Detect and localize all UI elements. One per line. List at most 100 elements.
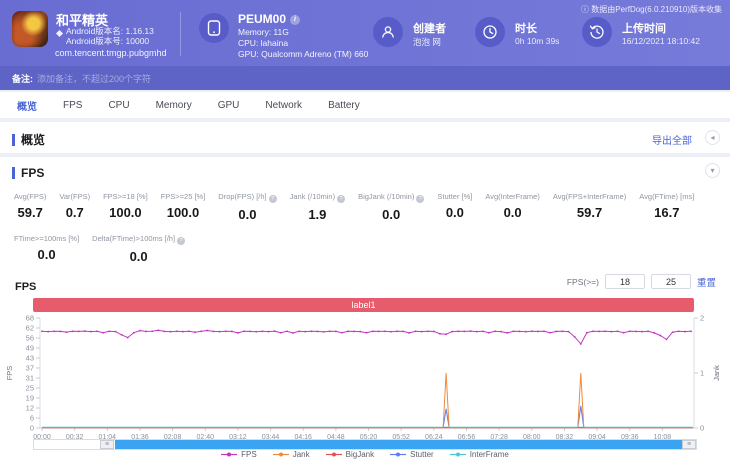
metric-Jank (/10min): Jank (/10min)? 1.9 [290, 192, 346, 222]
series-marker-FPS [512, 330, 515, 333]
series-marker-FPS [445, 333, 447, 335]
y-left-tick-label: 56 [26, 334, 34, 343]
device-specs: Memory: 11G CPU: lahaina GPU: Qualcomm A… [238, 27, 368, 60]
series-marker-FPS [659, 334, 662, 337]
metric-FPS>=25 [%]: FPS>=25 [%] 100.0 [161, 192, 206, 222]
tab-Memory[interactable]: Memory [143, 100, 205, 111]
y-left-tick-label: 0 [30, 424, 34, 433]
y-left-tick-label: 31 [26, 374, 34, 383]
note-label: 备注: [12, 73, 33, 84]
series-marker-FPS [665, 338, 668, 341]
series-marker-FPS [114, 330, 117, 333]
info-icon: ⓘ [581, 5, 590, 14]
metric-info-icon[interactable]: ? [416, 195, 425, 203]
metric-info-icon[interactable]: ? [268, 195, 277, 203]
series-marker-FPS [420, 330, 423, 333]
fps-line-chart[interactable]: 061219253137434956626801200:00 00:32 01:04… [0, 315, 730, 439]
fps-card: FPS ▾ Avg(FPS) 59.7 Var(FPS) 0.7 FPS>=18 [%]… [0, 157, 730, 462]
threshold-reset-link[interactable]: 重置 [697, 275, 716, 289]
metric-Avg(FPS): Avg(FPS) 59.7 [14, 192, 46, 222]
tab-CPU[interactable]: CPU [95, 100, 142, 111]
series-marker-FPS [561, 330, 564, 333]
series-marker-FPS [671, 331, 674, 333]
legend-item-InterFrame[interactable]: InterFrame [449, 450, 509, 459]
metric-label: Drop(FPS) [/h]? [218, 192, 277, 203]
series-marker-FPS [684, 330, 686, 333]
fps-threshold-high-input[interactable] [650, 274, 691, 289]
note-input-bar[interactable]: 备注: 添加备注，不超过200个字符 [0, 66, 730, 90]
legend-item-Stutter[interactable]: Stutter [390, 450, 434, 459]
tab-Battery[interactable]: Battery [315, 100, 373, 111]
fps-collapse-button[interactable]: ▾ [705, 163, 720, 178]
metric-info-icon[interactable]: ? [337, 195, 346, 203]
series-marker-FPS [384, 330, 386, 333]
series-marker-FPS [102, 331, 104, 334]
metric-value: 0.0 [238, 207, 257, 222]
metric-value: 0.0 [503, 205, 522, 220]
device-info-icon[interactable]: i [290, 14, 301, 25]
legend-marker-BigJank [325, 452, 342, 457]
y-left-tick-label: 6 [30, 414, 34, 423]
series-marker-FPS [549, 331, 551, 334]
metric-Var(FPS): Var(FPS) 0.7 [59, 192, 90, 222]
series-marker-FPS [200, 330, 202, 333]
series-marker-FPS [690, 330, 692, 333]
series-marker-FPS [84, 330, 86, 332]
series-marker-FPS [175, 330, 178, 333]
series-marker-FPS [182, 330, 184, 333]
series-marker-FPS [243, 330, 245, 333]
metric-Drop(FPS) [/h]: Drop(FPS) [/h]? 0.0 [218, 192, 277, 222]
overview-collapse-button[interactable]: ◂ [705, 130, 720, 145]
series-marker-FPS [586, 331, 588, 334]
scrollbar-right-handle[interactable]: ≡ [682, 440, 696, 449]
y-left-tick-label: 43 [26, 354, 34, 363]
legend-item-BigJank[interactable]: BigJank [325, 450, 375, 459]
legend-item-Jank[interactable]: Jank [272, 450, 310, 459]
app-version-block: Android版本名: 1.16.13 Android版本号: 10000 [66, 26, 154, 46]
series-marker-FPS [298, 330, 300, 333]
legend-label: BigJank [345, 450, 375, 459]
metric-label: Var(FPS) [59, 192, 91, 201]
series-marker-FPS [90, 330, 92, 333]
metric-label: Stutter [%] [437, 192, 473, 201]
series-marker-FPS [598, 330, 600, 333]
metric-value: 100.0 [166, 205, 200, 220]
series-marker-FPS [41, 330, 43, 333]
series-marker-FPS [224, 330, 227, 333]
legend-label: Stutter [410, 450, 434, 459]
series-marker-FPS [353, 330, 355, 333]
section-accent-bar [12, 167, 15, 179]
scrollbar-selected-range[interactable] [115, 440, 682, 449]
series-marker-FPS [126, 336, 129, 339]
series-marker-FPS [96, 330, 98, 333]
chart-legend: FPS Jank BigJank Stutter InterFrame [0, 450, 730, 459]
legend-item-FPS[interactable]: FPS [221, 450, 257, 459]
metric-info-icon[interactable]: ? [177, 237, 186, 245]
series-marker-FPS [543, 330, 545, 333]
tab-FPS[interactable]: FPS [50, 100, 95, 111]
tab-概览[interactable]: 概览 [4, 98, 50, 113]
note-placeholder: 添加备注，不超过200个字符 [37, 73, 152, 84]
fps-threshold-low-input[interactable] [604, 274, 645, 289]
series-marker-FPS [231, 330, 233, 333]
series-marker-FPS [500, 330, 502, 333]
metric-value: 59.7 [17, 205, 43, 220]
series-marker-FPS [451, 330, 453, 333]
series-marker-FPS [365, 331, 368, 334]
legend-marker-FPS [221, 452, 238, 457]
creator-label: 创建者 [413, 23, 446, 35]
series-marker-FPS [347, 330, 349, 333]
tab-GPU[interactable]: GPU [205, 100, 253, 111]
y-left-tick-label: 62 [26, 324, 34, 333]
export-all-link[interactable]: 导出全部 [652, 132, 692, 147]
series-marker-FPS [292, 332, 294, 334]
scrollbar-left-handle[interactable]: ≡ [100, 440, 114, 449]
tab-Network[interactable]: Network [252, 100, 315, 111]
series-marker-FPS [390, 330, 392, 333]
y-right-tick-label: 2 [700, 315, 704, 323]
series-marker-FPS [108, 330, 111, 333]
series-marker-FPS [206, 329, 209, 332]
chart-range-scrollbar[interactable]: ≡ ≡ [33, 439, 697, 450]
metric-label: FTime>=100ms [%] [14, 234, 80, 243]
overview-card: 概览 导出全部 ◂ [0, 122, 730, 153]
